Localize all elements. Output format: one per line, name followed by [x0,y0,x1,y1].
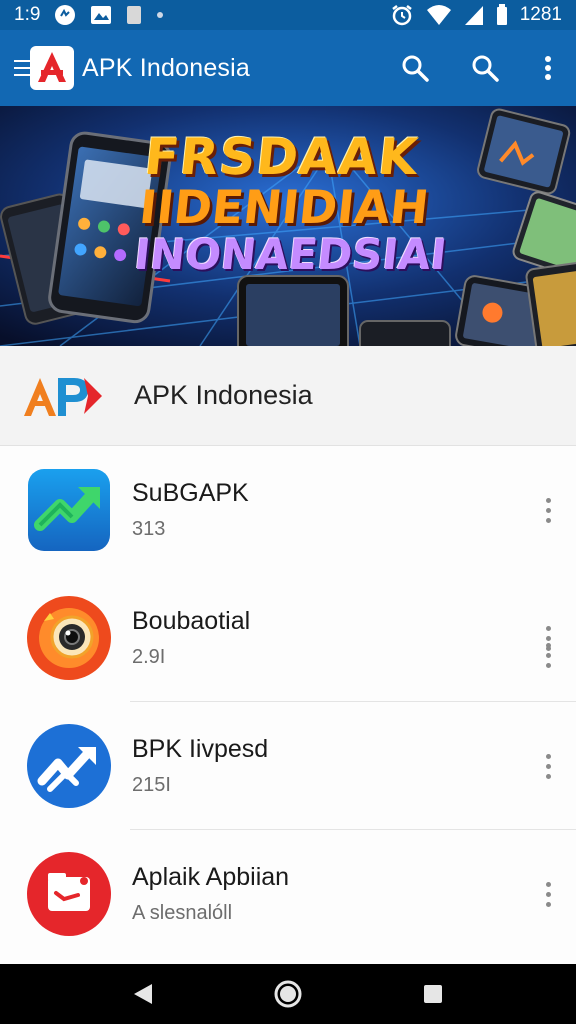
app-subtitle: A slesnalóll [132,902,233,924]
more-vert-icon[interactable] [538,874,558,914]
trend-up-icon [26,467,112,553]
banner-headline: FRSDAAK IIDENIDIAH INONAEDSIAI [132,128,567,279]
status-time: 1:9 [14,4,41,25]
app-subtitle: 215I [132,774,171,796]
alarm-icon [390,3,414,27]
sim-icon [126,5,142,25]
system-nav-bar [0,964,576,1024]
app-subtitle: 2.9I [132,646,166,668]
recents-icon[interactable] [403,964,463,1024]
app-logo [30,46,74,90]
camera-icon [26,595,112,681]
wifi-icon [426,4,452,26]
more-vert-icon[interactable] [538,746,558,786]
list-item[interactable]: SuBGAPK 313 [0,446,576,574]
app-list: APK Indonesia SuBGAPK 313 Boubaotial 2.9… [0,346,576,964]
banner-line-3: INONAEDSIAI [132,230,449,279]
search-icon[interactable] [380,30,450,106]
app-name: SuBGAPK [132,479,249,507]
app-name: BPK Iivpesd [132,735,269,763]
status-bar: 1:9 1281 [0,0,576,30]
more-vert-icon[interactable] [538,490,558,530]
list-header-title: APK Indonesia [134,380,313,410]
banner-line-1: FRSDAAK [141,128,422,186]
apk-brand-logo [22,366,102,426]
list-item[interactable]: Aplaik Apbiian A slesnalóll [0,830,576,958]
app-name: Aplaik Apbiian [132,863,290,891]
notification-icon [54,4,76,26]
app-bar: APK Indonesia [0,30,576,106]
list-item[interactable]: Boubaotial 2.9I [0,574,576,702]
back-icon[interactable] [113,964,173,1024]
app-subtitle: 313 [132,518,166,540]
status-clock: 1281 [519,4,562,25]
app-name: Boubaotial [132,607,251,635]
promo-banner[interactable]: FRSDAAK IIDENIDIAH INONAEDSIAI [0,106,576,346]
more-vert-icon[interactable] [520,30,576,106]
battery-icon [496,4,508,26]
photo-icon [90,5,112,25]
app-title: APK Indonesia [82,53,250,82]
chart-arrow-icon [26,723,112,809]
dot-icon [156,11,164,19]
list-item[interactable]: BPK Iivpesd 215I [0,702,576,830]
banner-line-2: IIDENIDIAH [136,180,432,234]
signal-icon [464,4,484,26]
search-icon[interactable] [450,30,520,106]
list-header[interactable]: APK Indonesia [0,346,576,668]
more-vert-icon[interactable] [538,618,558,658]
home-icon[interactable] [258,964,318,1024]
folder-check-icon [26,851,112,937]
